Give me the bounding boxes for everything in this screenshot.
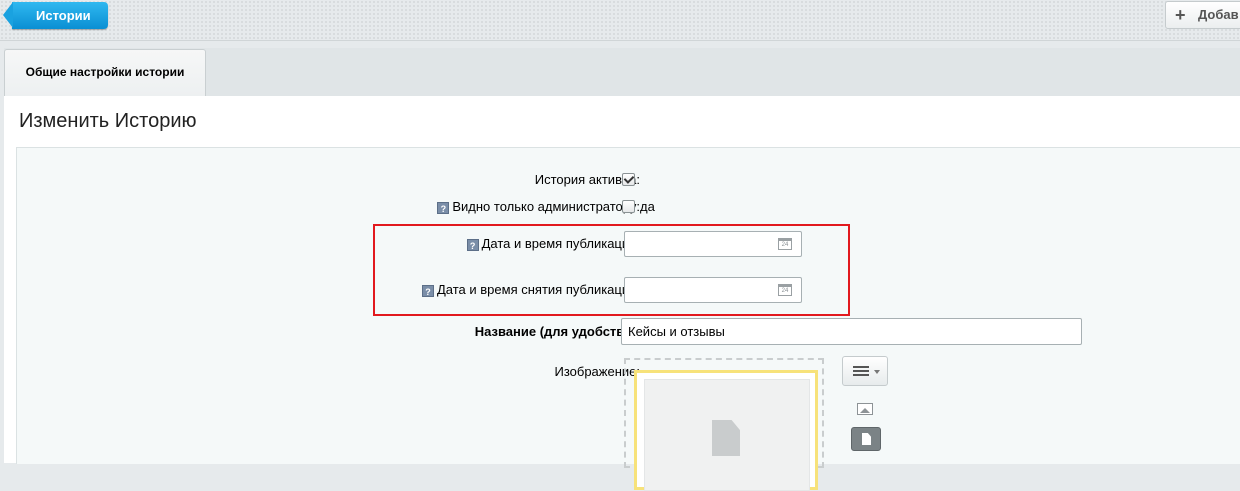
image-drop-zone[interactable] [624, 358, 824, 491]
tabs-bar: Общие настройки истории [4, 48, 1240, 97]
page-title: Изменить Историю [19, 110, 197, 132]
menu-icon [853, 366, 869, 368]
back-arrow-icon [3, 2, 13, 28]
file-placeholder-icon [712, 420, 740, 456]
admin-only-label-text: Видно только администратору: [452, 199, 640, 214]
highlight-box [373, 224, 850, 316]
admin-only-label: ? Видно только администратору: [437, 199, 640, 214]
add-button-label: Добав [1198, 7, 1239, 22]
admin-only-option-label: да [640, 199, 655, 214]
tab-label: Общие настройки истории [25, 65, 185, 79]
help-icon[interactable]: ? [437, 202, 450, 214]
back-to-stories-button[interactable]: Истории [3, 2, 108, 29]
back-button-label: Истории [36, 8, 91, 23]
plus-icon: + [1175, 5, 1186, 25]
name-label-text: Название (для удобства): [474, 324, 640, 339]
chevron-down-icon [874, 370, 880, 374]
image-icon[interactable] [857, 403, 873, 415]
image-thumbnail [644, 379, 810, 491]
admin-only-checkbox[interactable] [622, 200, 635, 213]
name-label: Название (для удобства): [475, 324, 640, 339]
name-input[interactable]: Кейсы и отзывы [621, 318, 1082, 345]
tab-general-settings[interactable]: Общие настройки истории [4, 49, 206, 96]
top-toolbar: Истории + Добав [0, 0, 1240, 41]
file-button[interactable] [851, 427, 881, 451]
image-preview [634, 370, 818, 491]
add-button[interactable]: + Добав [1165, 1, 1240, 29]
image-menu-button[interactable] [842, 356, 888, 386]
active-checkbox[interactable] [622, 173, 635, 186]
